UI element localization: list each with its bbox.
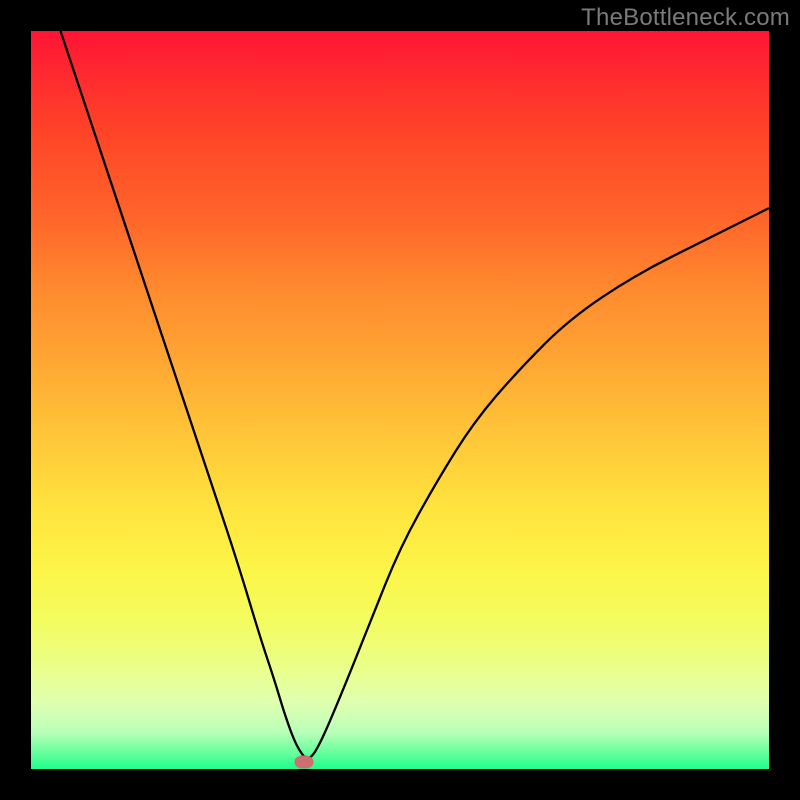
chart-frame: TheBottleneck.com	[0, 0, 800, 800]
bottleneck-curve	[31, 31, 769, 769]
watermark-text: TheBottleneck.com	[581, 4, 790, 32]
curve-path	[61, 31, 769, 758]
plot-area	[31, 31, 769, 769]
optimal-point-marker	[295, 755, 314, 768]
